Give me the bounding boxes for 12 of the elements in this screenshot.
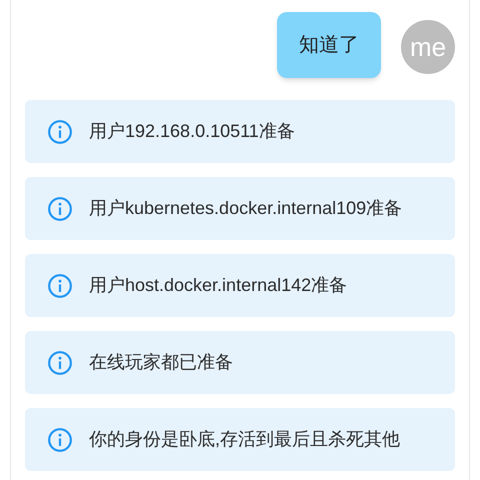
chat-bubble: 知道了 (277, 12, 381, 78)
info-icon (47, 196, 73, 222)
notice-text: 用户192.168.0.10511准备 (89, 120, 295, 143)
info-icon (47, 350, 73, 376)
info-icon (47, 427, 73, 453)
avatar: me (401, 20, 455, 74)
info-icon (47, 273, 73, 299)
notice-text: 你的身份是卧底,存活到最后且杀死其他 (89, 428, 400, 451)
notice-text: 用户host.docker.internal142准备 (89, 274, 348, 297)
notice-text: 用户kubernetes.docker.internal109准备 (89, 197, 402, 220)
info-icon (47, 119, 73, 145)
notice-text: 在线玩家都已准备 (89, 351, 233, 374)
